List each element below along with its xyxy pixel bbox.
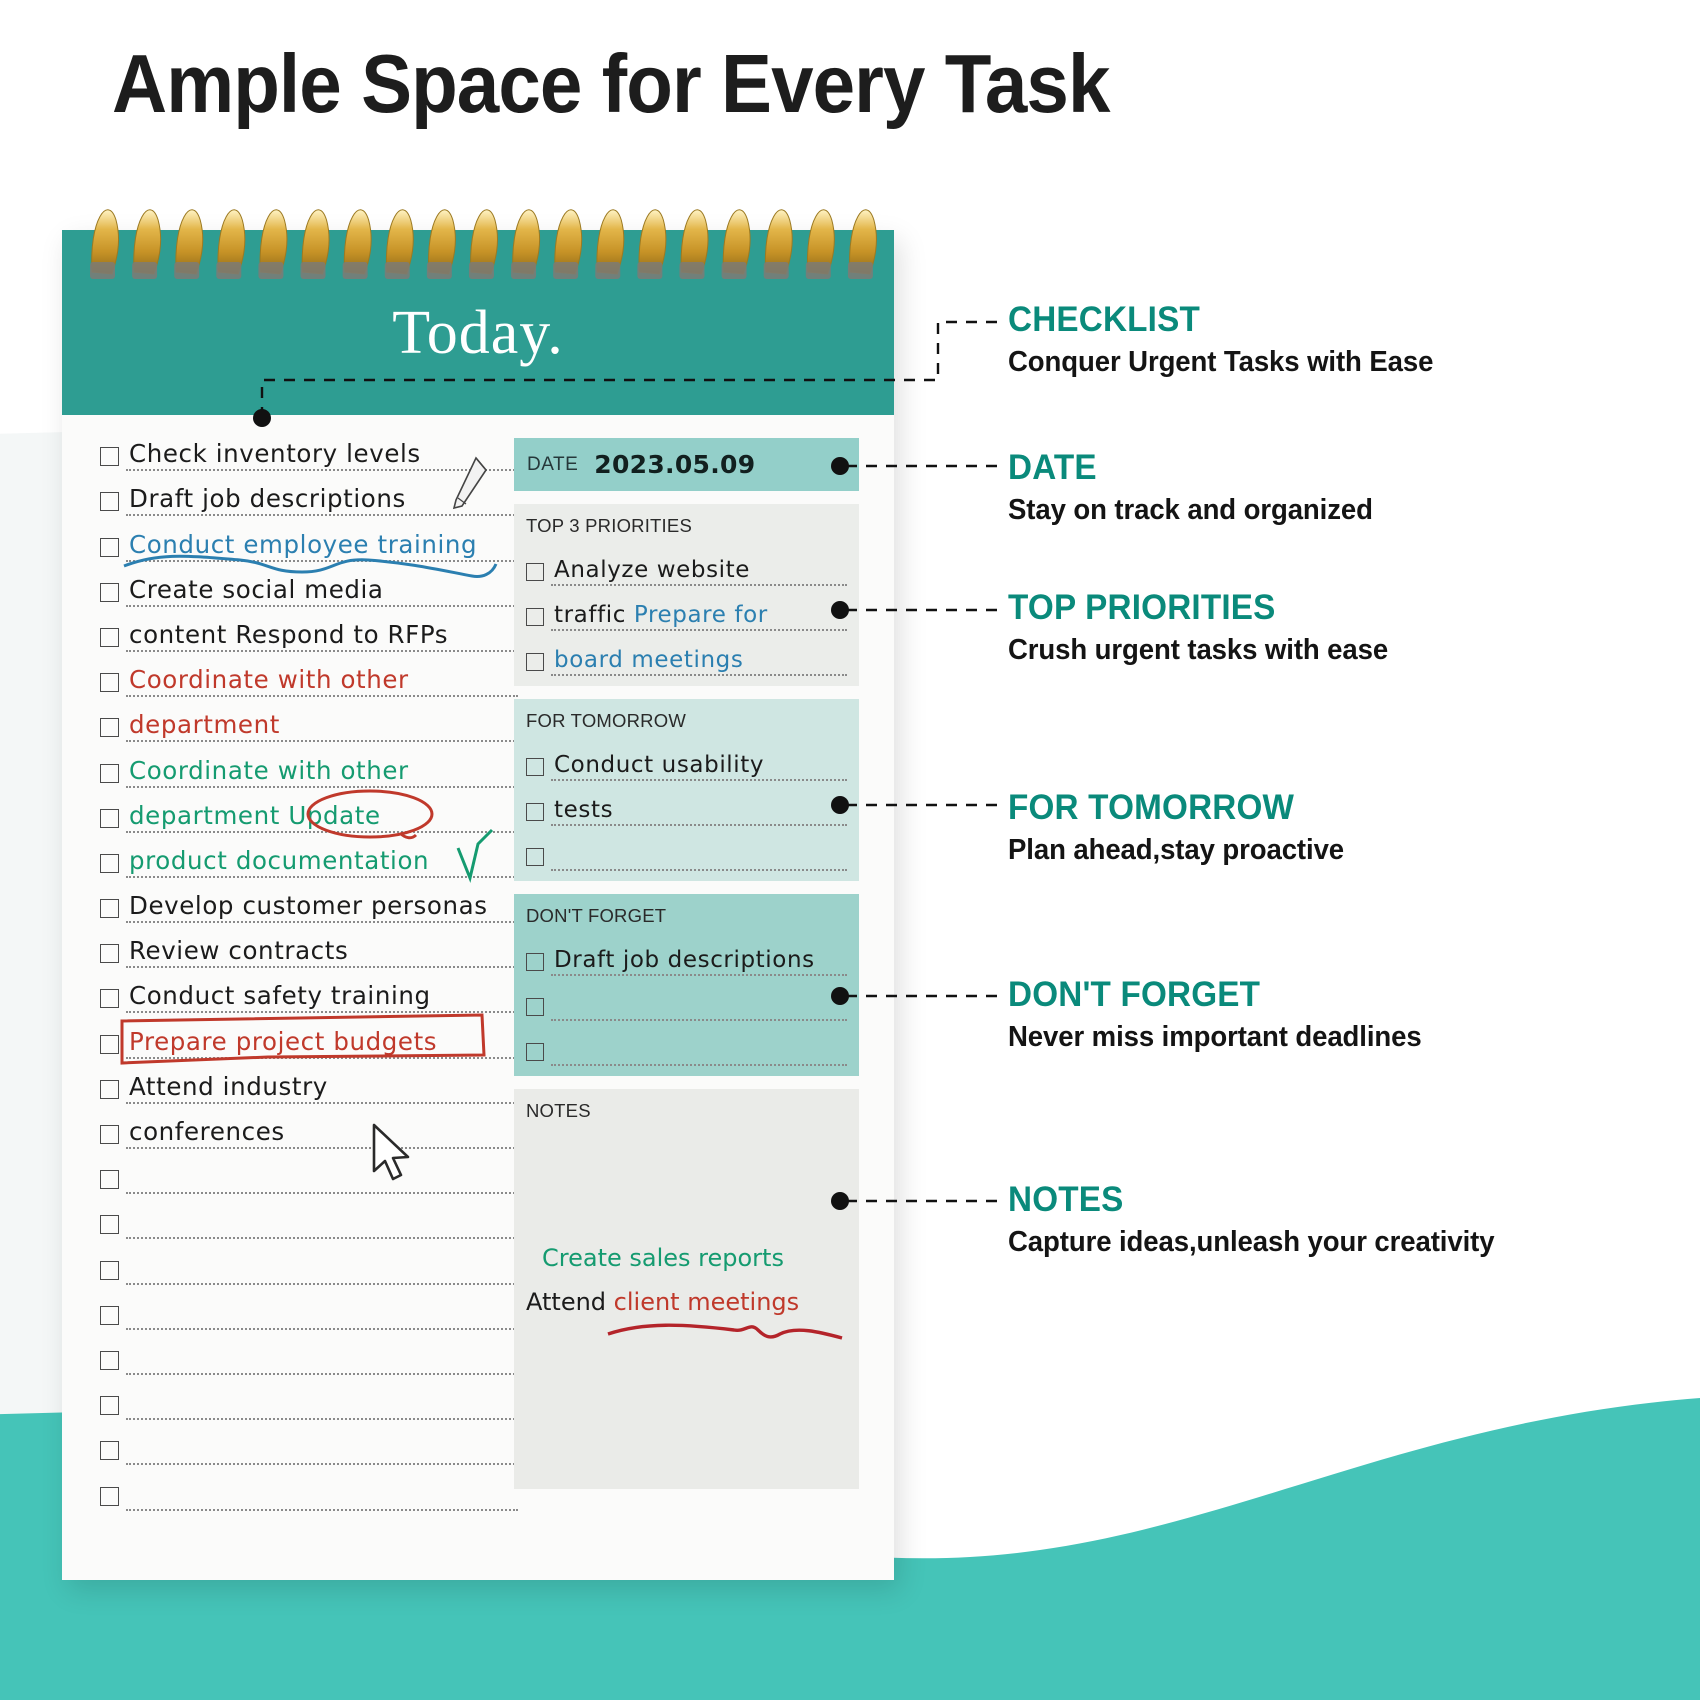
connector-dot-checklist [253,409,271,427]
infographic-canvas: Ample Space for Every Task Today. Check … [0,0,1700,1700]
connector-dot-top-priorities [831,601,849,619]
connector-dot-notes [831,1192,849,1210]
connector-dot-date [831,457,849,475]
connector-dot-for-tomorrow [831,796,849,814]
connector-dot-dont-forget [831,987,849,1005]
leader-lines [253,320,1000,1210]
